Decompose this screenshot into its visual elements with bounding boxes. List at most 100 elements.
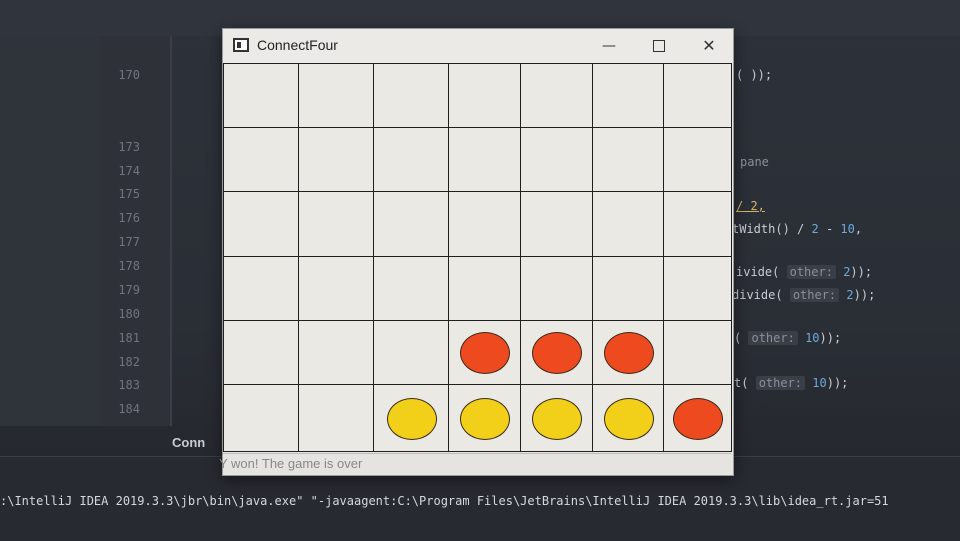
- code-token: ));: [850, 265, 873, 279]
- code-line: divide( other: 2));: [732, 288, 875, 302]
- board-cell[interactable]: [298, 127, 374, 192]
- board-cell[interactable]: [663, 127, 732, 192]
- board-cell[interactable]: [592, 320, 664, 385]
- status-message: Y won! The game is over: [219, 456, 363, 471]
- code-line: t( other: 10));: [734, 376, 848, 390]
- board-cell[interactable]: [223, 320, 299, 385]
- code-token: ));: [826, 376, 849, 390]
- game-board[interactable]: [223, 63, 732, 452]
- line-number: 181: [118, 331, 140, 345]
- board-cell[interactable]: [520, 63, 593, 128]
- connectfour-window: ConnectFour — ✕ Y won! The game is over: [219, 28, 734, 476]
- board-cell[interactable]: [592, 63, 664, 128]
- ide-project-panel: [0, 36, 100, 426]
- board-cell[interactable]: [298, 191, 374, 257]
- code-token: (: [734, 331, 742, 345]
- board-cell[interactable]: [448, 320, 521, 385]
- code-token: 2: [846, 288, 854, 302]
- window-title: ConnectFour: [257, 37, 338, 53]
- board-cell[interactable]: [373, 127, 449, 192]
- board-cell[interactable]: [663, 320, 732, 385]
- yellow-disc: [460, 397, 510, 440]
- yellow-disc: [603, 397, 654, 440]
- board-cell[interactable]: [373, 384, 449, 452]
- line-number: 170: [118, 68, 140, 82]
- board-cell[interactable]: [223, 63, 299, 128]
- line-number: 178: [118, 259, 140, 273]
- run-command-text: :\IntelliJ IDEA 2019.3.3\jbr\bin\java.ex…: [0, 494, 889, 508]
- board-cell[interactable]: [448, 191, 521, 257]
- board-cell[interactable]: [448, 127, 521, 192]
- status-bar: Y won! The game is over: [219, 453, 731, 474]
- board-cell[interactable]: [223, 127, 299, 192]
- code-token: 10: [812, 376, 827, 390]
- board-cell[interactable]: [520, 256, 593, 321]
- board-cell[interactable]: [448, 384, 521, 452]
- board-cell[interactable]: [592, 384, 664, 452]
- board-cell[interactable]: [592, 127, 664, 192]
- red-disc: [673, 397, 723, 440]
- line-number: 180: [118, 307, 140, 321]
- board-cell[interactable]: [373, 256, 449, 321]
- param-hint: other:: [748, 331, 798, 345]
- board-cell[interactable]: [298, 384, 374, 452]
- board-cell[interactable]: [520, 127, 593, 192]
- board-cell[interactable]: [520, 191, 593, 257]
- code-line: ( other: 10));: [734, 331, 841, 345]
- code-line: ivide( other: 2));: [736, 265, 872, 279]
- code-token: ));: [853, 288, 876, 302]
- board-cell[interactable]: [373, 191, 449, 257]
- board-cell[interactable]: [663, 63, 732, 128]
- code-line: pane: [740, 155, 769, 169]
- board-cell[interactable]: [373, 63, 449, 128]
- app-window-icon: [233, 38, 249, 52]
- maximize-icon: [653, 40, 665, 52]
- board-cell[interactable]: [448, 256, 521, 321]
- code-token: -: [818, 222, 841, 236]
- code-token: 10: [840, 222, 855, 236]
- maximize-button[interactable]: [639, 33, 679, 59]
- board-cell[interactable]: [520, 384, 593, 452]
- board-cell[interactable]: [663, 191, 732, 257]
- line-number: 173: [118, 140, 140, 154]
- minimize-button[interactable]: —: [589, 33, 629, 59]
- param-hint: other:: [786, 265, 836, 279]
- param-hint: other:: [755, 376, 806, 390]
- code-token: ,: [854, 222, 863, 236]
- board-cell[interactable]: [223, 191, 299, 257]
- line-number: 174: [118, 164, 140, 178]
- line-number: 184: [118, 402, 140, 416]
- board-cell[interactable]: [448, 63, 521, 128]
- yellow-disc: [386, 397, 437, 440]
- line-number: 183: [118, 378, 140, 392]
- line-number: 179: [118, 283, 140, 297]
- board-cell[interactable]: [298, 63, 374, 128]
- code-line: ( ));: [736, 68, 773, 82]
- code-token: 2: [811, 222, 819, 236]
- board-cell[interactable]: [663, 384, 732, 452]
- code-token: tWidth() /: [732, 222, 812, 236]
- line-number: 177: [118, 235, 140, 249]
- code-line: tWidth() / 2 - 10,: [732, 222, 862, 236]
- close-button[interactable]: ✕: [689, 33, 729, 59]
- code-token: divide(: [732, 288, 783, 302]
- board-cell[interactable]: [298, 320, 374, 385]
- title-bar[interactable]: ConnectFour — ✕: [223, 29, 733, 63]
- board-cell[interactable]: [592, 256, 664, 321]
- code-token: ivide(: [736, 265, 780, 279]
- code-token: ));: [819, 331, 842, 345]
- red-disc: [603, 332, 654, 374]
- board-cell[interactable]: [663, 256, 732, 321]
- board-cell[interactable]: [592, 191, 664, 257]
- red-disc: [460, 332, 510, 374]
- line-number: 175: [118, 187, 140, 201]
- board-cell[interactable]: [223, 384, 299, 452]
- board-cell[interactable]: [223, 256, 299, 321]
- line-number: 176: [118, 211, 140, 225]
- line-number: 182: [118, 355, 140, 369]
- code-line: / 2,: [736, 199, 765, 213]
- board-cell[interactable]: [373, 320, 449, 385]
- board-cell[interactable]: [520, 320, 593, 385]
- code-token: / 2,: [736, 199, 765, 213]
- board-cell[interactable]: [298, 256, 374, 321]
